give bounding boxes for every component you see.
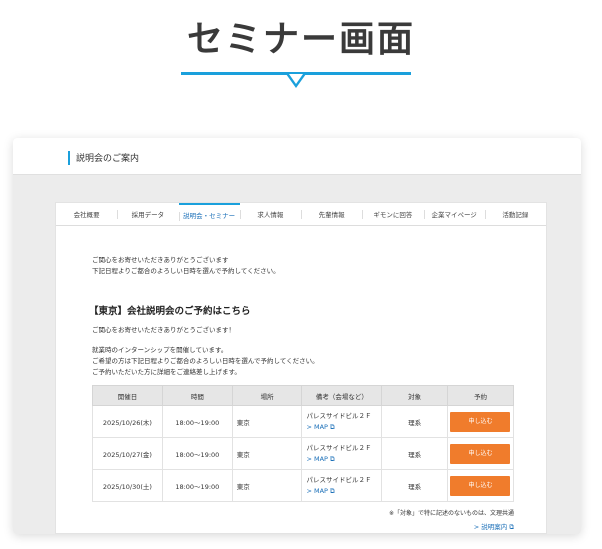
hero-pointer-inner [289,74,303,84]
col-header-time: 時間 [161,385,233,406]
description-line-1: 就業時のインターンシップを開催しています。 [92,346,228,354]
venue-name: パレスサイドビル２Ｆ [306,475,372,484]
table-row: 2025/10/26(木) 18:00〜19:00 東京 パレスサイドビル２Ｆ … [92,405,515,438]
cell-target: 理系 [381,469,448,502]
cell-place: 東京 [231,469,303,502]
section-greeting: ご関心をお寄せいただきありがとうございます！ [92,326,235,334]
tab-faq[interactable]: ギモンに回答 [362,203,423,225]
events-table: 開催日 時間 場所 備考（会場など） 対象 予約 2025/10/26(木) 1… [92,385,515,502]
map-link[interactable]: > MAP ⧉ [306,454,381,465]
cell-target: 理系 [381,437,448,470]
map-link[interactable]: > MAP ⧉ [306,486,381,497]
target-footnote: ※「対象」で特に記述のないものは、文理共通 [388,510,514,517]
tab-job-info[interactable]: 求人情報 [239,203,301,225]
col-header-place: 場所 [231,385,303,406]
tab-activity-log[interactable]: 活動記録 [484,203,546,225]
table-row: 2025/10/27(金) 18:00〜19:00 東京 パレスサイドビル２Ｆ … [92,437,515,470]
tab-seminar[interactable]: 説明会・セミナー [178,203,240,225]
cell-time: 18:00〜19:00 [161,469,233,502]
col-header-date: 開催日 [92,385,163,406]
section-description: 就業時のインターンシップを開催しています。 ご希望の方は下記日程よりご都合のよろ… [92,345,319,378]
hero-title: セミナー画面 [186,19,415,60]
cell-time: 18:00〜19:00 [161,405,233,438]
map-link[interactable]: > MAP ⧉ [306,422,381,433]
header-accent-bar [68,151,70,165]
window-header: 説明会のご案内 [13,138,581,175]
tab-senior-info[interactable]: 先輩情報 [301,203,362,225]
cell-time: 18:00〜19:00 [161,437,233,470]
app-window: 説明会のご案内 会社概要 採用データ 説明会・セミナー 求人情報 先輩情報 ギモ… [13,138,581,534]
cell-date: 2025/10/26(木) [92,405,163,438]
guide-link[interactable]: > 説明案内 ⧉ [338,521,514,532]
apply-button[interactable]: 申し込む [450,411,511,432]
window-title: 説明会のご案内 [76,154,140,164]
description-line-3: ご予約いただいた方に詳細をご連絡差し上げます。 [92,368,241,376]
table-row: 2025/10/30(土) 18:00〜19:00 東京 パレスサイドビル２Ｆ … [92,469,515,502]
cell-date: 2025/10/30(土) [92,469,163,502]
cell-reserve: 申し込む [446,469,515,502]
cell-reserve: 申し込む [446,405,515,438]
cell-target: 理系 [381,405,448,438]
description-line-2: ご希望の方は下記日程よりご都合のよろしい日時を選んで予約してください。 [92,357,319,365]
cell-note: パレスサイドビル２Ｆ > MAP ⧉ [301,469,383,502]
tab-company-mypage[interactable]: 企業マイページ [423,203,485,225]
tab-company-overview[interactable]: 会社概要 [56,203,117,225]
apply-button[interactable]: 申し込む [450,443,511,464]
col-header-note: 備考（会場など） [301,385,383,406]
venue-name: パレスサイドビル２Ｆ [306,411,372,420]
cell-reserve: 申し込む [446,437,515,470]
section-title: 【東京】会社説明会のご予約はこちら [89,306,251,317]
tab-recruit-data[interactable]: 採用データ [117,203,178,225]
col-header-reserve: 予約 [446,385,515,406]
intro-text: ご関心をお寄せいただきありがとうございます 下記日程よりご都合のよろしい日時を選… [92,255,280,277]
cell-note: パレスサイドビル２Ｆ > MAP ⧉ [301,405,383,438]
cell-place: 東京 [231,437,303,470]
intro-line-2: 下記日程よりご都合のよろしい日時を選んで予約してください。 [92,267,280,275]
cell-date: 2025/10/27(金) [92,437,163,470]
content-panel: 会社概要 採用データ 説明会・セミナー 求人情報 先輩情報 ギモンに回答 企業マ… [55,202,547,534]
venue-name: パレスサイドビル２Ｆ [306,443,372,452]
col-header-target: 対象 [381,385,448,406]
tab-bar: 会社概要 採用データ 説明会・セミナー 求人情報 先輩情報 ギモンに回答 企業マ… [56,203,546,226]
apply-button[interactable]: 申し込む [450,475,511,496]
cell-note: パレスサイドビル２Ｆ > MAP ⧉ [301,437,383,470]
cell-place: 東京 [231,405,303,438]
intro-line-1: ご関心をお寄せいただきありがとうございます [92,256,229,264]
